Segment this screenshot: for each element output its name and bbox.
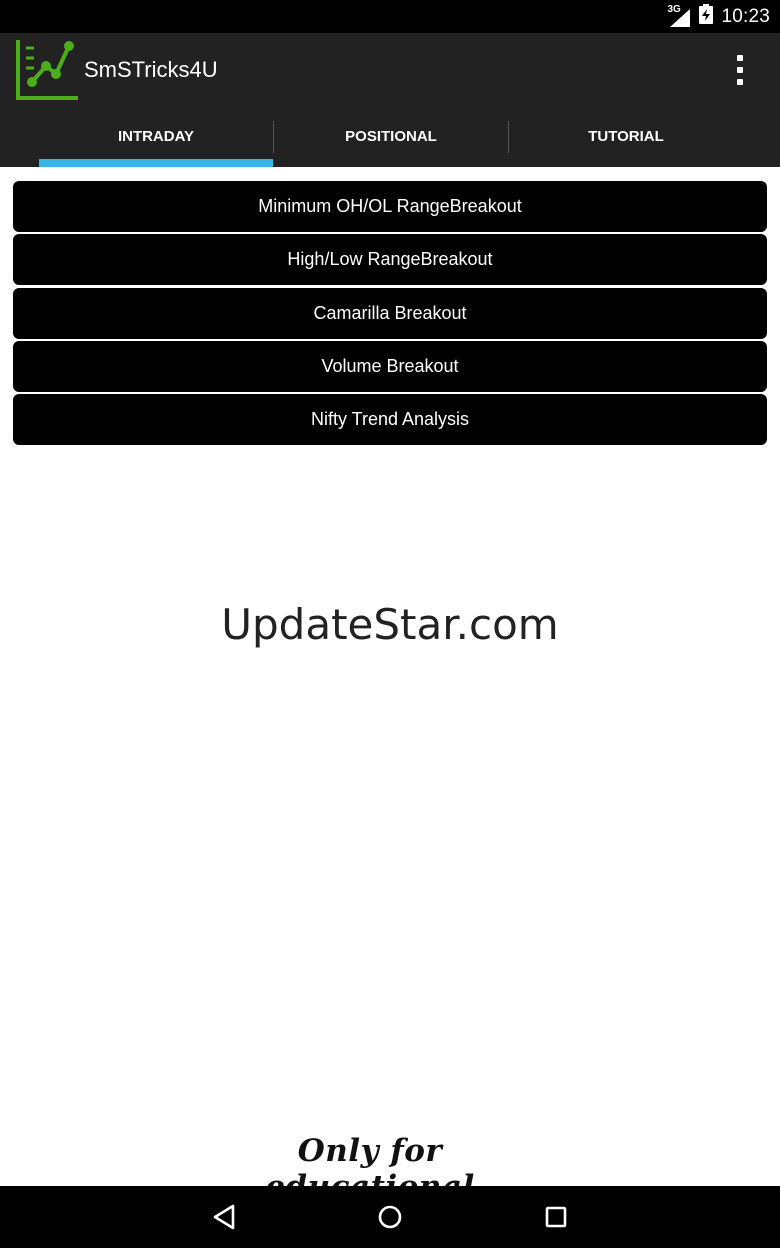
navigation-bar (0, 1186, 780, 1248)
app-title: SmSTricks4U (84, 57, 218, 82)
watermark: UpdateStar.com (221, 600, 559, 649)
nifty-trend-analysis-button[interactable]: Nifty Trend Analysis (13, 394, 767, 446)
clock: 10:23 (721, 5, 770, 27)
volume-breakout-button[interactable]: Volume Breakout (13, 340, 767, 392)
tab-tutorial[interactable]: TUTORIAL (509, 106, 743, 167)
status-bar: 3G 10:23 (0, 0, 780, 33)
tab-selected-indicator (39, 159, 273, 167)
battery-charging-icon (699, 4, 714, 29)
high-low-range-breakout-button[interactable]: High/Low RangeBreakout (13, 234, 767, 286)
tab-intraday[interactable]: INTRADAY (39, 106, 273, 167)
status-icons: 3G 10:23 (667, 0, 770, 33)
camarilla-breakout-button[interactable]: Camarilla Breakout (13, 287, 767, 339)
tab-positional[interactable]: POSITIONAL (274, 106, 508, 167)
home-icon[interactable] (373, 1200, 407, 1234)
signal-icon: 3G (667, 4, 691, 28)
oh-ol-range-breakout-button[interactable]: Minimum OH/OL RangeBreakout (13, 181, 767, 232)
action-bar: SmSTricks4U (0, 33, 780, 106)
chart-logo-icon (14, 36, 80, 102)
recent-apps-icon[interactable] (539, 1200, 573, 1234)
overflow-menu-icon[interactable] (728, 53, 752, 87)
tab-bar: INTRADAY POSITIONAL TUTORIAL (0, 106, 780, 167)
strategy-menu: Minimum OH/OL RangeBreakout High/Low Ran… (13, 181, 767, 447)
back-icon[interactable] (207, 1200, 241, 1234)
